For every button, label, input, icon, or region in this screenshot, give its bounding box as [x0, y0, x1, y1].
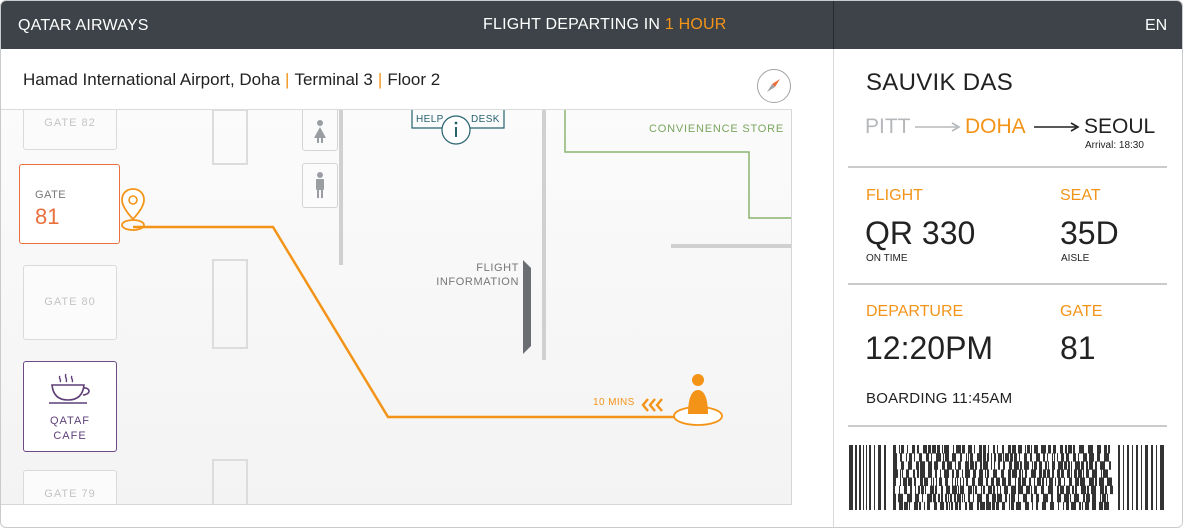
terminal-name: Terminal 3 [294, 70, 373, 89]
arrival-time: Arrival: 18:30 [1085, 140, 1144, 151]
passenger-name: SAUVIK DAS [866, 69, 1014, 96]
flight-label: FLIGHT [866, 187, 923, 204]
seat-number: 35D [1060, 215, 1119, 251]
location-bar: Hamad International Airport, Doha | Termin… [1, 49, 833, 109]
boarding-time: BOARDING 11:45AM [866, 390, 1013, 407]
gate-81-destination[interactable]: GATE 81 [19, 164, 120, 244]
cafe-name-line2: CAFE [53, 430, 87, 442]
departure-label: DEPARTURE [866, 303, 964, 320]
arrow-right-icon [1034, 122, 1080, 132]
boarding-kiosk-screen: QATAR AIRWAYS FLIGHT DEPARTING IN 1 HOUR… [0, 0, 1183, 528]
location-pin-icon [121, 188, 145, 221]
floor-name: Floor 2 [387, 70, 441, 89]
divider [848, 166, 1167, 168]
flight-status: ON TIME [866, 253, 908, 264]
compass-icon[interactable] [757, 69, 791, 103]
departure-countdown-label: FLIGHT DEPARTING IN [483, 16, 661, 33]
location-breadcrumb: Hamad International Airport, Doha | Termin… [23, 70, 440, 90]
divider [848, 283, 1167, 285]
divider [848, 425, 1167, 427]
user-location-icon [673, 374, 723, 426]
seat-type: AISLE [1061, 253, 1090, 264]
route-origin: PITT [865, 115, 911, 138]
cafe-name-line1: QATAF [49, 415, 91, 427]
arrow-right-icon [915, 122, 961, 132]
airline-brand: QATAR AIRWAYS [18, 17, 149, 34]
boarding-pass-barcode [849, 445, 1164, 510]
flight-number: QR 330 [865, 215, 976, 251]
gate-label: GATE [1060, 303, 1103, 320]
chevrons-left-icon [641, 398, 663, 412]
breadcrumb-separator: | [285, 70, 290, 89]
top-bar: QATAR AIRWAYS FLIGHT DEPARTING IN 1 HOUR… [1, 1, 1182, 49]
breadcrumb-separator: | [377, 70, 383, 89]
airport-name: Hamad International Airport, Doha [23, 70, 281, 89]
gate-81-number: 81 [35, 204, 60, 229]
cafe-qataf[interactable]: QATAF CAFE [23, 361, 117, 452]
route-layover: DOHA [965, 115, 1026, 138]
walk-time-label: 10 MINS [593, 397, 635, 408]
cafe-name: QATAF CAFE [24, 414, 116, 444]
coffee-cup-icon [49, 373, 90, 404]
seat-label: SEAT [1060, 187, 1101, 204]
departure-countdown: FLIGHT DEPARTING IN 1 HOUR [483, 16, 726, 34]
gate-81-label: GATE [35, 189, 67, 201]
route-destination: SEOUL [1084, 115, 1156, 138]
top-bar-divider [833, 1, 834, 49]
departure-countdown-time: 1 HOUR [664, 16, 727, 33]
language-toggle[interactable]: EN [1145, 17, 1167, 35]
departure-time: 12:20PM [865, 330, 994, 366]
gate-number: 81 [1060, 330, 1096, 366]
